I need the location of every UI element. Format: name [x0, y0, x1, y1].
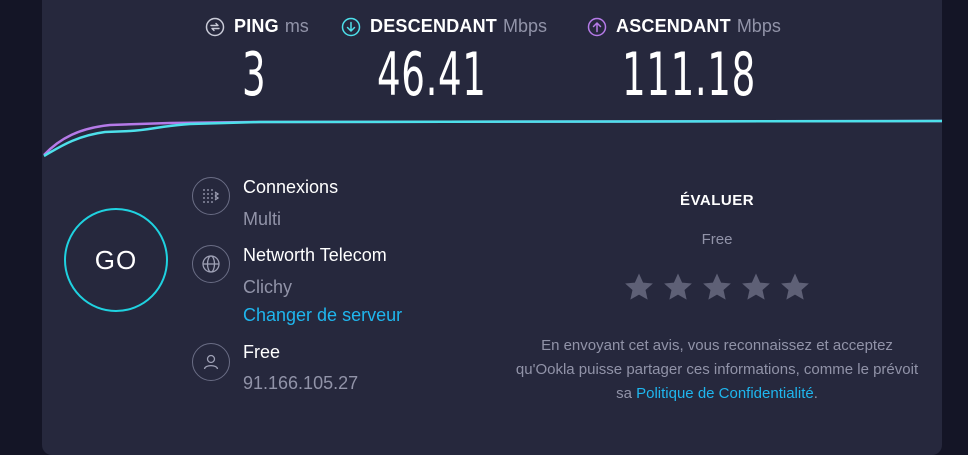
ping-icon [205, 17, 225, 36]
ping-value: 3 [242, 40, 267, 110]
download-metric: DESCENDANT Mbps [341, 16, 547, 37]
globe-icon [192, 245, 230, 283]
star-icon-1[interactable] [622, 270, 656, 304]
download-arrow-icon [341, 17, 361, 36]
user-icon [192, 343, 230, 381]
ping-metric: PING ms [205, 16, 309, 37]
page-edge [942, 0, 968, 455]
rating-title: ÉVALUER [679, 192, 755, 209]
download-label: DESCENDANT [370, 16, 498, 36]
star-icon-3[interactable] [700, 270, 734, 304]
download-speed-line [43, 119, 943, 158]
star-icon-4[interactable] [739, 270, 773, 304]
download-value: 46.41 [377, 40, 487, 110]
connections-icon [192, 177, 230, 215]
disclaimer-end: . [813, 385, 818, 402]
star-rating [622, 270, 817, 304]
star-icon-5[interactable] [778, 270, 812, 304]
upload-arrow-icon [587, 17, 607, 36]
connections-mode: Multi [243, 209, 282, 229]
server-location: Clichy [243, 277, 293, 297]
isp-name: Free [243, 342, 281, 362]
rating-isp: Free [701, 231, 733, 248]
privacy-policy-link[interactable]: Politique de Confidentialité [636, 385, 814, 402]
upload-label: ASCENDANT [616, 16, 731, 36]
ip-address: 91.166.105.27 [243, 373, 359, 393]
review-disclaimer: En envoyant cet avis, vous reconnaissez … [512, 334, 922, 406]
speed-graph [43, 119, 943, 158]
upload-metric: ASCENDANT Mbps [587, 16, 781, 37]
star-icon-2[interactable] [661, 270, 695, 304]
go-button[interactable]: GO [64, 208, 168, 312]
server-name: Networth Telecom [243, 245, 387, 265]
download-unit: Mbps [503, 16, 548, 36]
change-server-link[interactable]: Changer de serveur [243, 305, 402, 326]
upload-unit: Mbps [736, 16, 781, 36]
upload-value: 111.18 [622, 40, 756, 110]
ping-label: PING [234, 16, 279, 36]
connections-title: Connexions [243, 177, 339, 197]
ping-unit: ms [284, 16, 309, 36]
